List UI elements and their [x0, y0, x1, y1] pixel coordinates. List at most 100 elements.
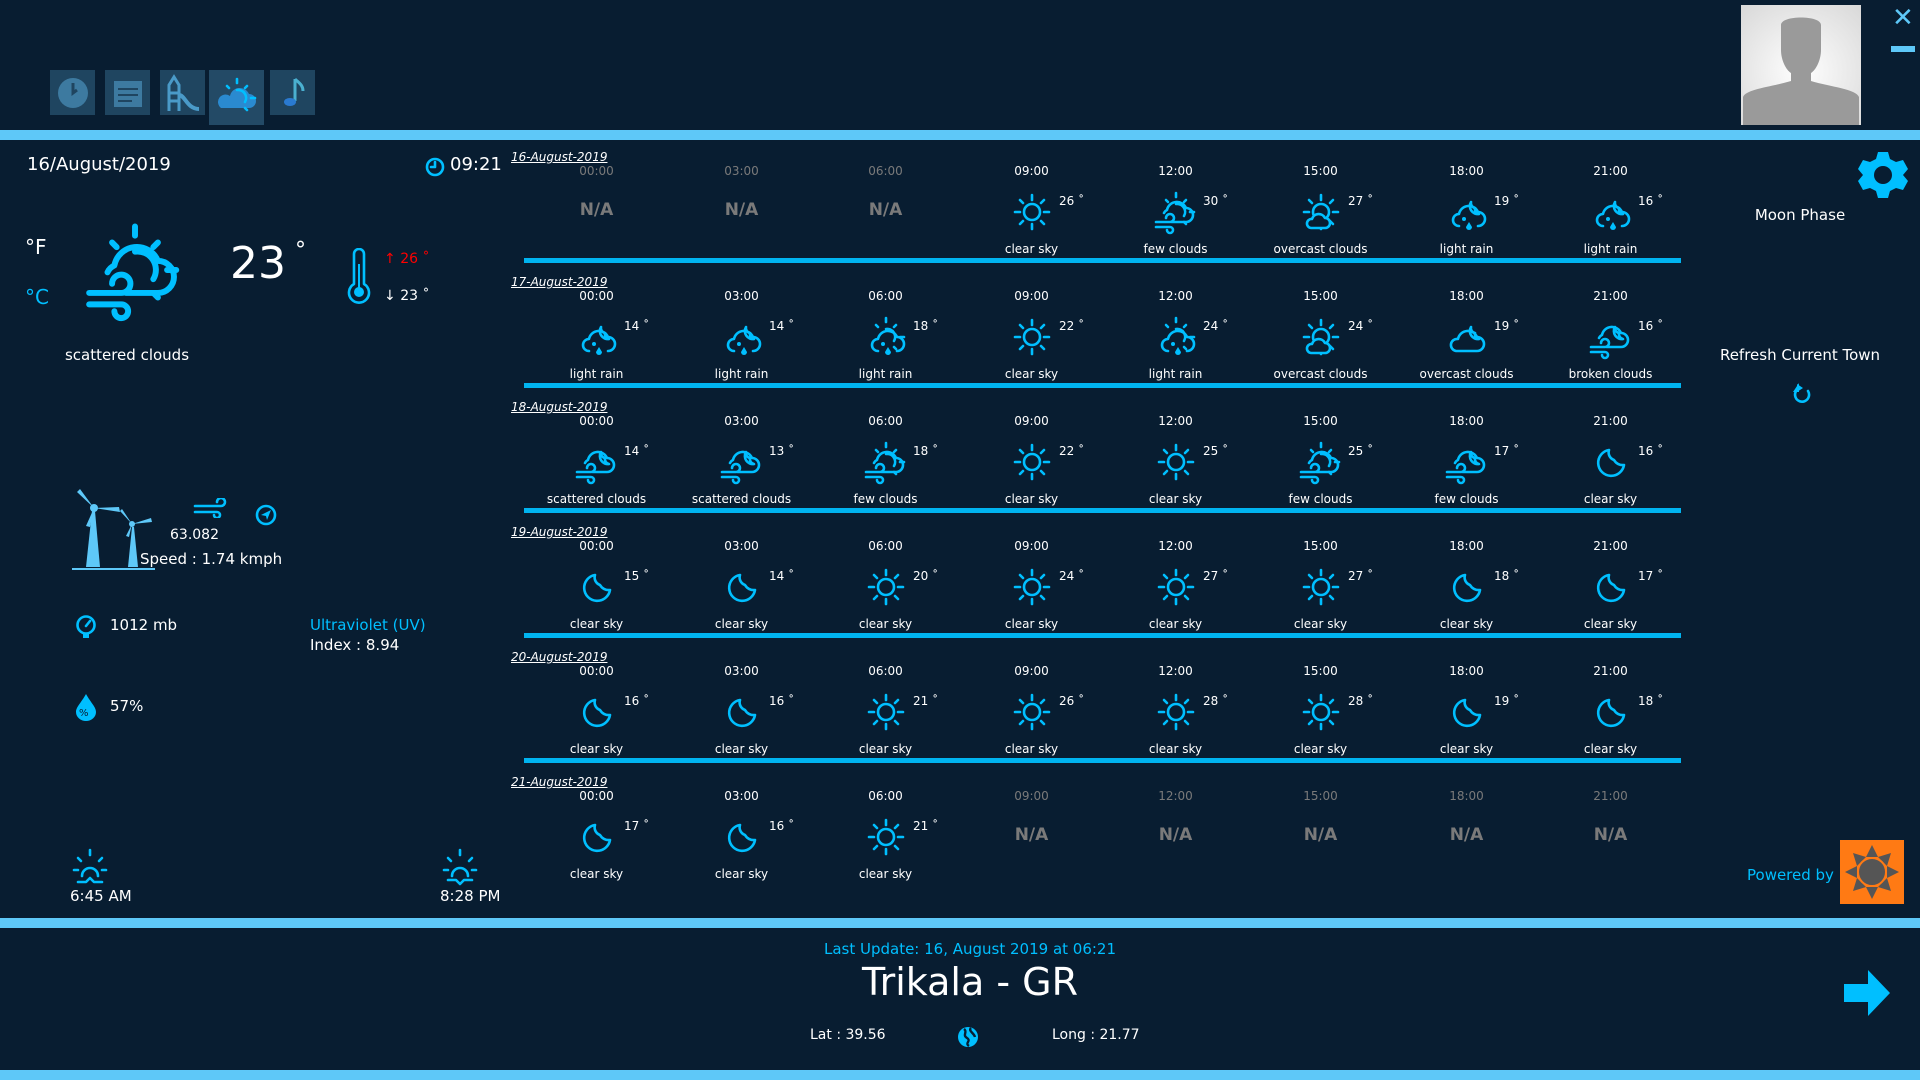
wind-cloud-sun-icon [1297, 438, 1345, 486]
forecast-cell[interactable]: 12:00 30 ˚ few clouds [1103, 150, 1248, 268]
forecast-cell[interactable]: 00:00 17 ˚ clear sky [524, 775, 669, 893]
forecast-cell[interactable]: 06:00 18 ˚ light rain [813, 275, 958, 393]
nav-clock-button[interactable] [50, 70, 95, 115]
forecast-cell[interactable]: 21:00 16 ˚ broken clouds [1538, 275, 1683, 393]
wind-cloud-moon-icon [1587, 313, 1635, 361]
top-divider [0, 130, 1920, 140]
forecast-cell[interactable]: 03:00 13 ˚ scattered clouds [669, 400, 814, 518]
nav-music-button[interactable] [270, 70, 315, 115]
forecast-temp: 15 ˚ [624, 569, 650, 583]
forecast-cell[interactable]: 00:00 15 ˚ clear sky [524, 525, 669, 643]
svg-text:%: % [79, 708, 89, 719]
forecast-time: 00:00 [579, 289, 614, 303]
nav-playground-button[interactable] [160, 70, 205, 115]
forecast-cell[interactable]: 18:00 19 ˚ clear sky [1394, 650, 1539, 768]
forecast-cell[interactable]: 06:00 N/A [813, 150, 958, 268]
forecast-time: 18:00 [1449, 414, 1484, 428]
cloud-moon-icon [1443, 313, 1491, 361]
forecast-cell[interactable]: 21:00 16 ˚ clear sky [1538, 400, 1683, 518]
celsius-toggle[interactable]: °C [25, 285, 49, 309]
forecast-cell[interactable]: 00:00 N/A [524, 150, 669, 268]
forecast-time: 21:00 [1593, 414, 1628, 428]
forecast-cell[interactable]: 06:00 20 ˚ clear sky [813, 525, 958, 643]
forecast-cell[interactable]: 09:00 N/A [959, 775, 1104, 893]
forecast-cell[interactable]: 06:00 18 ˚ few clouds [813, 400, 958, 518]
forecast-description: clear sky [1583, 492, 1638, 506]
forecast-cell[interactable]: 12:00 28 ˚ clear sky [1103, 650, 1248, 768]
sun-cloud-icon [1297, 313, 1345, 361]
wind-cloud-sun-icon [1152, 188, 1200, 236]
globe-icon[interactable] [956, 1024, 980, 1050]
moon-icon [718, 688, 766, 736]
forecast-cell[interactable]: 06:00 21 ˚ clear sky [813, 775, 958, 893]
forecast-cell[interactable]: 21:00 17 ˚ clear sky [1538, 525, 1683, 643]
wind-degree: 63.082 [170, 527, 219, 543]
sun-icon [1152, 563, 1200, 611]
forecast-description: overcast clouds [1419, 367, 1514, 381]
forecast-cell[interactable]: 09:00 22 ˚ clear sky [959, 275, 1104, 393]
close-button[interactable]: ✕ [1892, 5, 1914, 31]
forecast-cell[interactable]: 15:00 27 ˚ overcast clouds [1248, 150, 1393, 268]
moon-icon [573, 563, 621, 611]
forecast-cell[interactable]: 12:00 25 ˚ clear sky [1103, 400, 1248, 518]
forecast-cell[interactable]: 15:00 24 ˚ overcast clouds [1248, 275, 1393, 393]
settings-gear-icon[interactable] [1858, 151, 1908, 199]
forecast-cell[interactable]: 03:00 N/A [669, 150, 814, 268]
forecast-description: clear sky [1004, 367, 1059, 381]
forecast-description: few clouds [1434, 492, 1499, 506]
forecast-cell[interactable]: 00:00 14 ˚ light rain [524, 275, 669, 393]
forecast-cell[interactable]: 03:00 14 ˚ light rain [669, 275, 814, 393]
forecast-temp: 16 ˚ [1638, 194, 1664, 208]
forecast-temp: 16 ˚ [769, 694, 795, 708]
forecast-cell[interactable]: 00:00 16 ˚ clear sky [524, 650, 669, 768]
forecast-cell[interactable]: 12:00 24 ˚ light rain [1103, 275, 1248, 393]
forecast-cell[interactable]: 12:00 27 ˚ clear sky [1103, 525, 1248, 643]
forecast-cell[interactable]: 21:00 18 ˚ clear sky [1538, 650, 1683, 768]
forecast-cell[interactable]: 18:00 N/A [1394, 775, 1539, 893]
forecast-cell[interactable]: 00:00 14 ˚ scattered clouds [524, 400, 669, 518]
sunset-time: 8:28 PM [440, 887, 501, 905]
nav-weather-button[interactable] [209, 70, 264, 125]
sunrise-time: 6:45 AM [70, 887, 132, 905]
forecast-cell[interactable]: 03:00 14 ˚ clear sky [669, 525, 814, 643]
forecast-cell[interactable]: 21:00 16 ˚ light rain [1538, 150, 1683, 268]
forecast-temp: 17 ˚ [1638, 569, 1664, 583]
forecast-time: 15:00 [1303, 789, 1338, 803]
fahrenheit-toggle[interactable]: °F [25, 235, 47, 259]
forecast-cell[interactable]: 15:00 25 ˚ few clouds [1248, 400, 1393, 518]
forecast-cell[interactable]: 03:00 16 ˚ clear sky [669, 650, 814, 768]
forecast-cell[interactable]: 18:00 17 ˚ few clouds [1394, 400, 1539, 518]
minimize-button[interactable] [1891, 46, 1915, 52]
forecast-cell[interactable]: 15:00 N/A [1248, 775, 1393, 893]
forecast-cell[interactable]: 18:00 19 ˚ overcast clouds [1394, 275, 1539, 393]
openweathermap-logo[interactable] [1840, 840, 1904, 904]
forecast-cell[interactable]: 09:00 26 ˚ clear sky [959, 650, 1104, 768]
current-temp: 23 [230, 238, 286, 289]
forecast-cell[interactable]: 18:00 18 ˚ clear sky [1394, 525, 1539, 643]
forecast-cell[interactable]: 15:00 27 ˚ clear sky [1248, 525, 1393, 643]
sun-icon [1008, 688, 1056, 736]
forecast-cell[interactable]: 03:00 16 ˚ clear sky [669, 775, 814, 893]
forecast-cell[interactable]: 09:00 24 ˚ clear sky [959, 525, 1104, 643]
forecast-cell[interactable]: 06:00 21 ˚ clear sky [813, 650, 958, 768]
forecast-time: 21:00 [1593, 664, 1628, 678]
forecast-temp: 18 ˚ [913, 319, 939, 333]
forecast-temp: 22 ˚ [1059, 319, 1085, 333]
uv-label: Ultraviolet (UV) [310, 616, 426, 634]
refresh-current-town-label[interactable]: Refresh Current Town [1690, 346, 1910, 364]
forecast-temp: 19 ˚ [1494, 194, 1520, 208]
moon-phase-label[interactable]: Moon Phase [1700, 206, 1900, 224]
forecast-time: 09:00 [1014, 164, 1049, 178]
forecast-cell[interactable]: 09:00 22 ˚ clear sky [959, 400, 1104, 518]
next-arrow-icon[interactable] [1844, 970, 1890, 1016]
avatar[interactable] [1741, 5, 1861, 125]
forecast-cell[interactable]: 12:00 N/A [1103, 775, 1248, 893]
forecast-cell[interactable]: 18:00 19 ˚ light rain [1394, 150, 1539, 268]
forecast-temp: 18 ˚ [1494, 569, 1520, 583]
forecast-cell[interactable]: 09:00 26 ˚ clear sky [959, 150, 1104, 268]
forecast-cell[interactable]: 21:00 N/A [1538, 775, 1683, 893]
forecast-time: 18:00 [1449, 289, 1484, 303]
nav-calendar-button[interactable] [105, 70, 150, 115]
refresh-icon[interactable] [1793, 383, 1813, 405]
forecast-cell[interactable]: 15:00 28 ˚ clear sky [1248, 650, 1393, 768]
